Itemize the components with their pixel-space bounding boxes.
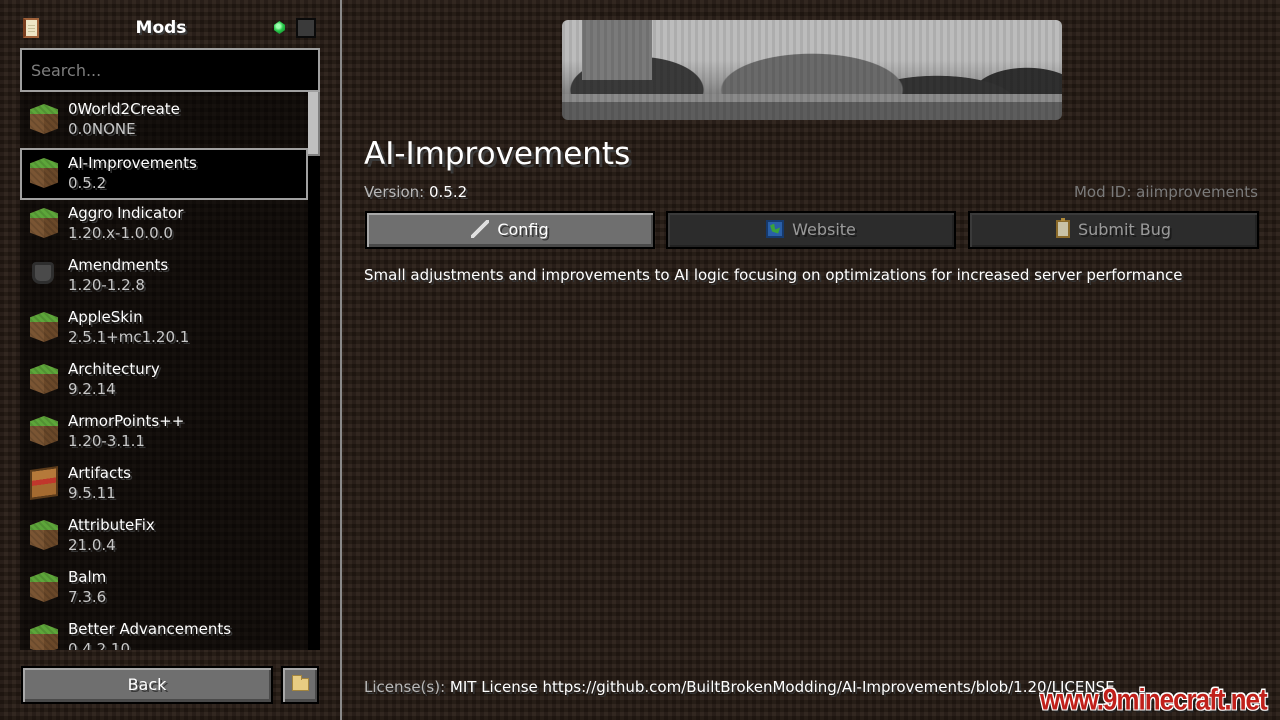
grass-block-icon bbox=[30, 572, 58, 602]
version-value: 0.5.2 bbox=[429, 183, 468, 201]
mod-version: 9.5.11 bbox=[68, 484, 116, 502]
mod-list: 0World2Create 0.0NONE AI-Improvements 0.… bbox=[20, 92, 320, 650]
mod-version: 9.2.14 bbox=[68, 380, 116, 398]
mod-list-item[interactable]: Aggro Indicator 1.20.x-1.0.0.0 bbox=[20, 196, 308, 248]
mod-version: 0.5.2 bbox=[68, 174, 107, 192]
mod-list-item[interactable]: ArmorPoints++ 1.20-3.1.1 bbox=[20, 404, 308, 456]
mod-list-item[interactable]: AttributeFix 21.0.4 bbox=[20, 508, 308, 560]
mod-list-item[interactable]: 0World2Create 0.0NONE bbox=[20, 92, 308, 144]
mod-name: ArmorPoints++ bbox=[68, 412, 185, 430]
submit-bug-button[interactable]: Submit Bug bbox=[968, 211, 1259, 249]
grass-block-icon bbox=[30, 624, 58, 650]
grass-block-icon bbox=[30, 158, 58, 188]
mod-name: Balm bbox=[68, 568, 107, 586]
mod-version: 0.4.2.10 bbox=[68, 640, 131, 650]
mod-list-item[interactable]: Better Advancements 0.4.2.10 bbox=[20, 612, 308, 650]
folder-icon bbox=[292, 675, 309, 691]
mod-name: Artifacts bbox=[68, 464, 131, 482]
grass-block-icon bbox=[30, 416, 58, 446]
mod-id: Mod ID: aiimprovements bbox=[1073, 183, 1258, 201]
scrollbar-thumb[interactable] bbox=[308, 92, 320, 156]
mod-title: AI-Improvements bbox=[364, 136, 631, 172]
grass-block-icon bbox=[30, 208, 58, 238]
mod-version: 0.0NONE bbox=[68, 120, 136, 138]
grass-block-icon bbox=[30, 312, 58, 342]
watermark: www.9minecraft.net bbox=[1040, 681, 1268, 717]
clipboard-icon bbox=[1055, 217, 1070, 238]
mod-name: Aggro Indicator bbox=[68, 204, 184, 222]
mod-version: 1.20-3.1.1 bbox=[68, 432, 145, 450]
mod-name: Architectury bbox=[68, 360, 160, 378]
mod-description: Small adjustments and improvements to AI… bbox=[364, 266, 1183, 284]
mod-version: 2.5.1+mc1.20.1 bbox=[68, 328, 190, 346]
license-value[interactable]: MIT License https://github.com/BuiltBrok… bbox=[450, 678, 1115, 696]
wrench-icon bbox=[471, 219, 490, 238]
grass-block-icon bbox=[30, 104, 58, 134]
filter-toggle-button[interactable] bbox=[296, 18, 316, 38]
cauldron-icon bbox=[32, 262, 54, 284]
config-label: Config bbox=[497, 220, 549, 239]
globe-icon bbox=[766, 219, 785, 238]
mod-name: Better Advancements bbox=[68, 620, 232, 638]
mod-banner-image bbox=[562, 20, 1062, 120]
mod-name: AttributeFix bbox=[68, 516, 155, 534]
mod-list-item[interactable]: Architectury 9.2.14 bbox=[20, 352, 308, 404]
website-button[interactable]: Website bbox=[666, 211, 956, 249]
scrollbar-track[interactable] bbox=[308, 92, 320, 650]
mod-name: 0World2Create bbox=[68, 100, 180, 118]
mod-list-sidebar: Mods 0World2Create 0.0NONE AI-Improvemen… bbox=[0, 0, 342, 720]
grass-block-icon bbox=[30, 520, 58, 550]
search-input[interactable] bbox=[20, 48, 320, 92]
version-label: Version: bbox=[364, 183, 425, 201]
version-line: Version: 0.5.2 bbox=[364, 183, 467, 201]
mod-name: Amendments bbox=[68, 256, 169, 274]
back-button[interactable]: Back bbox=[21, 666, 273, 704]
sidebar-header: Mods bbox=[0, 0, 340, 48]
license-line: License(s): MIT License https://github.c… bbox=[364, 678, 1115, 696]
license-label: License(s): bbox=[364, 678, 446, 696]
mod-list-item[interactable]: Balm 7.3.6 bbox=[20, 560, 308, 612]
mod-name: AI-Improvements bbox=[68, 154, 197, 172]
submit-bug-label: Submit Bug bbox=[1077, 220, 1172, 239]
mods-title: Mods bbox=[135, 18, 187, 38]
mod-list-item-selected[interactable]: AI-Improvements 0.5.2 bbox=[20, 148, 308, 200]
mod-version: 21.0.4 bbox=[68, 536, 116, 554]
mod-list-item[interactable]: Amendments 1.20-1.2.8 bbox=[20, 248, 308, 300]
open-mods-folder-button[interactable] bbox=[281, 666, 319, 704]
mod-list-item[interactable]: Artifacts 9.5.11 bbox=[20, 456, 308, 508]
mod-version: 1.20.x-1.0.0.0 bbox=[68, 224, 173, 242]
mimic-chest-icon bbox=[30, 466, 58, 500]
mod-version: 7.3.6 bbox=[68, 588, 107, 606]
website-label: Website bbox=[792, 220, 856, 239]
banner-castle-silhouette bbox=[582, 20, 652, 80]
config-button[interactable]: Config bbox=[365, 211, 655, 249]
grass-block-icon bbox=[30, 364, 58, 394]
mod-name: AppleSkin bbox=[68, 308, 143, 326]
mod-version: 1.20-1.2.8 bbox=[68, 276, 145, 294]
mod-list-item[interactable]: AppleSkin 2.5.1+mc1.20.1 bbox=[20, 300, 308, 352]
